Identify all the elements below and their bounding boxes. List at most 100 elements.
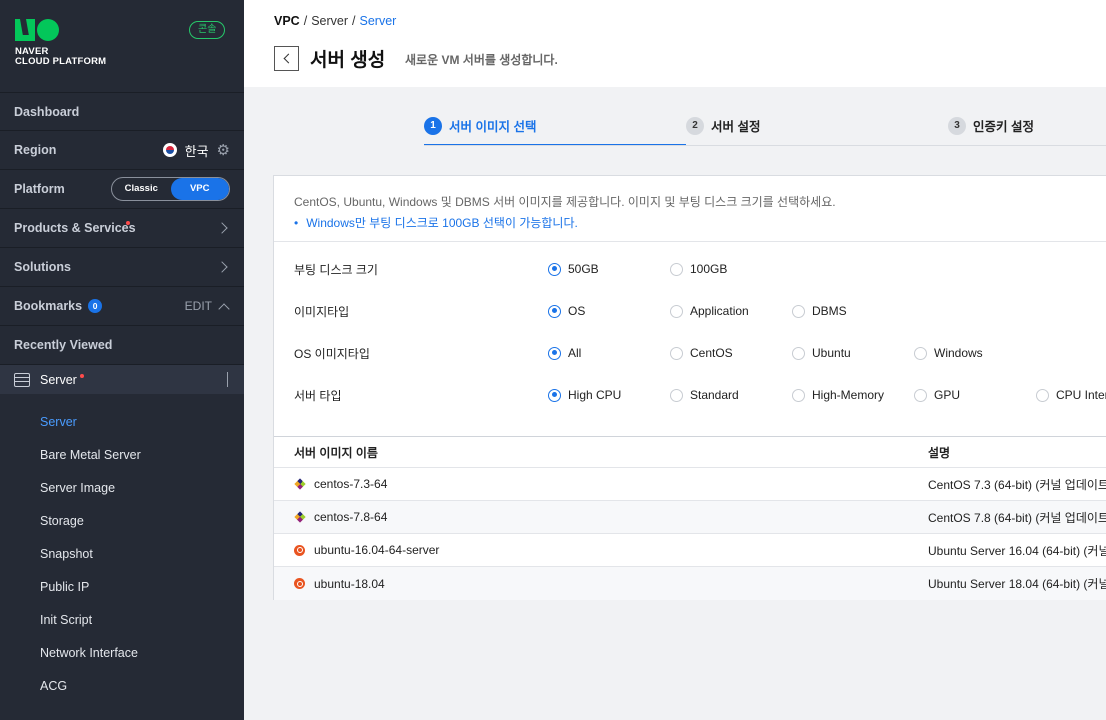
radio-centos[interactable]: CentOS: [670, 346, 733, 360]
sidebar-item-network-interface[interactable]: Network Interface: [0, 637, 244, 670]
breadcrumb-item-server[interactable]: Server: [311, 14, 348, 28]
centos-icon: [294, 478, 306, 490]
nav-dashboard[interactable]: Dashboard: [0, 92, 244, 131]
platform-option-classic[interactable]: Classic: [112, 178, 171, 200]
nav-recently-viewed[interactable]: Recently Viewed: [0, 326, 244, 365]
sidebar-item-server-image[interactable]: Server Image: [0, 472, 244, 505]
chevron-up-icon[interactable]: [227, 371, 228, 387]
nav-platform-label: Platform: [14, 182, 65, 196]
radio-label: Ubuntu: [812, 346, 851, 360]
nav-products-services[interactable]: Products & Services: [0, 209, 244, 248]
radio-dot[interactable]: [670, 262, 683, 276]
platform-toggle[interactable]: Classic VPC: [111, 177, 230, 201]
radio-all[interactable]: All: [548, 346, 581, 360]
option-server-type: 서버 타입 High CPU Standard High-Memory GPU …: [294, 385, 1106, 405]
sidebar-item-public-ip[interactable]: Public IP: [0, 571, 244, 604]
radio-dot[interactable]: [792, 388, 805, 402]
nav-products-label: Products & Services: [14, 221, 136, 235]
radio-label: 100GB: [690, 262, 728, 276]
radio-50gb[interactable]: 50GB: [548, 262, 599, 276]
radio-standard[interactable]: Standard: [670, 388, 739, 402]
bookmarks-edit-link[interactable]: EDIT: [185, 299, 212, 313]
breadcrumb-separator: /: [352, 14, 356, 28]
nav-server-section[interactable]: Server: [0, 365, 244, 394]
column-header-name[interactable]: 서버 이미지 이름: [294, 444, 378, 461]
sidebar-item-snapshot[interactable]: Snapshot: [0, 538, 244, 571]
option-label: 이미지타입: [294, 304, 350, 319]
radio-dot[interactable]: [792, 304, 805, 318]
chevron-left-icon: [283, 53, 293, 64]
step-number: 2: [686, 116, 704, 135]
option-label: 부팅 디스크 크기: [294, 262, 378, 277]
table-row[interactable]: centos-7.8-64 CentOS 7.8 (64-bit) (커널 업데…: [274, 501, 1106, 534]
table-row[interactable]: ubuntu-18.04 Ubuntu Server 18.04 (64-bit…: [274, 567, 1106, 600]
radio-dbms[interactable]: DBMS: [792, 304, 847, 318]
radio-gpu[interactable]: GPU: [914, 388, 960, 402]
new-indicator-dot: [126, 221, 130, 225]
sidebar-item-server[interactable]: Server: [0, 406, 244, 439]
step-auth-key-settings[interactable]: 3 인증키 설정: [948, 105, 1034, 146]
breadcrumb-item-vpc[interactable]: VPC: [274, 14, 300, 28]
wizard-steps: 1 서버 이미지 선택 2 서버 설정 3 인증키 설정: [424, 105, 1106, 146]
centos-icon: [294, 511, 306, 523]
table-row[interactable]: centos-7.3-64 CentOS 7.3 (64-bit) (커널 업데…: [274, 468, 1106, 501]
ubuntu-icon: [294, 578, 305, 589]
sidebar-item-init-script[interactable]: Init Script: [0, 604, 244, 637]
radio-dot[interactable]: [1036, 388, 1049, 402]
radio-dot[interactable]: [670, 304, 683, 318]
option-image-type: 이미지타입 OS Application DBMS: [294, 301, 1106, 321]
radio-dot[interactable]: [548, 346, 561, 360]
image-name: ubuntu-16.04-64-server: [314, 543, 440, 557]
info-description: CentOS, Ubuntu, Windows 및 DBMS 서버 이미지를 제…: [294, 195, 836, 209]
main-content: VPC / Server / Server 서버 생성 새로운 VM 서버를 생성합니다…: [244, 0, 1106, 720]
sidebar-item-acg[interactable]: ACG: [0, 670, 244, 703]
image-name-cell: ubuntu-18.04: [294, 577, 385, 591]
breadcrumb: VPC / Server / Server: [274, 14, 396, 28]
radio-label: GPU: [934, 388, 961, 402]
image-name: ubuntu-18.04: [314, 576, 385, 591]
radio-label: Application: [690, 304, 749, 318]
sidebar-item-bare-metal-server[interactable]: Bare Metal Server: [0, 439, 244, 472]
radio-label: Standard: [690, 388, 739, 402]
table-row[interactable]: ubuntu-16.04-64-server Ubuntu Server 16.…: [274, 534, 1106, 567]
breadcrumb-item-current[interactable]: Server: [360, 14, 397, 28]
radio-ubuntu[interactable]: Ubuntu: [792, 346, 851, 360]
radio-dot[interactable]: [548, 304, 561, 318]
radio-dot[interactable]: [548, 262, 561, 276]
back-button[interactable]: [274, 46, 299, 71]
breadcrumb-separator: /: [303, 14, 308, 28]
ncp-logo-icon[interactable]: [15, 19, 59, 41]
region-value[interactable]: 한국: [185, 141, 209, 160]
radio-application[interactable]: Application: [670, 304, 749, 318]
radio-dot[interactable]: [670, 346, 683, 360]
radio-dot[interactable]: [914, 388, 927, 402]
column-header-description[interactable]: 설명: [928, 444, 950, 461]
nav-platform: Platform Classic VPC: [0, 170, 244, 209]
radio-label: 50GB: [568, 262, 599, 276]
gear-icon[interactable]: ⚙: [217, 141, 230, 159]
nav-solutions[interactable]: Solutions: [0, 248, 244, 287]
nav-bookmarks[interactable]: Bookmarks 0 EDIT: [0, 287, 244, 326]
chevron-up-icon[interactable]: [218, 302, 230, 315]
sidebar-item-storage[interactable]: Storage: [0, 505, 244, 538]
radio-dot[interactable]: [792, 346, 805, 360]
console-badge[interactable]: 콘솔: [189, 21, 226, 39]
step-server-settings[interactable]: 2 서버 설정: [686, 105, 760, 146]
radio-dot[interactable]: [548, 388, 561, 402]
info-note: Windows만 부팅 디스크로 100GB 선택이 가능합니다.: [294, 214, 1087, 231]
option-label: 서버 타입: [294, 388, 342, 403]
platform-option-vpc[interactable]: VPC: [170, 178, 229, 200]
step-select-image[interactable]: 1 서버 이미지 선택: [424, 105, 536, 146]
radio-high-cpu[interactable]: High CPU: [548, 388, 621, 402]
image-description: Ubuntu Server 18.04 (64-bit) (커널: [928, 577, 1106, 591]
radio-os[interactable]: OS: [548, 304, 585, 318]
radio-windows[interactable]: Windows: [914, 346, 983, 360]
radio-dot[interactable]: [914, 346, 927, 360]
radio-cpu-intensive[interactable]: CPU Intensive: [1036, 388, 1106, 402]
logo-line-2: CLOUD PLATFORM: [15, 56, 107, 67]
table-header-row: 서버 이미지 이름 설명: [274, 437, 1106, 468]
radio-100gb[interactable]: 100GB: [670, 262, 727, 276]
radio-high-memory[interactable]: High-Memory: [792, 388, 884, 402]
radio-label: CentOS: [690, 346, 733, 360]
radio-dot[interactable]: [670, 388, 683, 402]
